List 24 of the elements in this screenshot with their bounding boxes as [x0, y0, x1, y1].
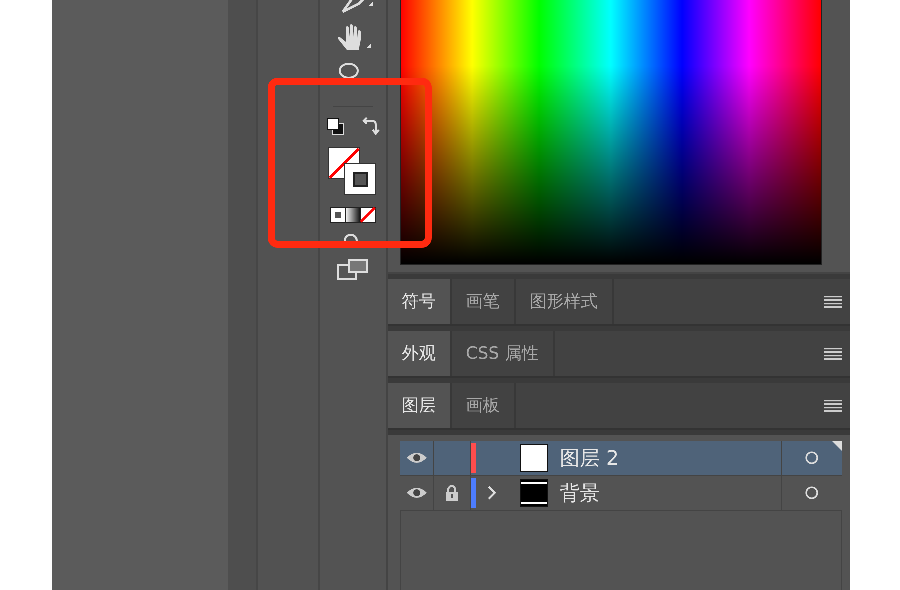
selection-corner-icon	[832, 441, 842, 451]
layer-row[interactable]: 图层 2	[400, 441, 842, 476]
eye-icon[interactable]	[406, 486, 428, 500]
fill-stroke-icon[interactable]	[328, 147, 378, 197]
menu-icon[interactable]	[824, 294, 842, 308]
layer-row[interactable]: 背景	[400, 476, 842, 511]
menu-icon[interactable]	[824, 398, 842, 412]
color-modes-icon[interactable]	[330, 207, 376, 223]
panel-tab[interactable]: 图层	[388, 383, 452, 428]
target-circle-icon[interactable]	[805, 451, 819, 465]
panel-tab[interactable]: 外观	[388, 331, 452, 376]
menu-icon[interactable]	[824, 346, 842, 360]
eye-icon[interactable]	[406, 451, 428, 465]
default-colors-icon[interactable]	[326, 117, 346, 137]
pen-icon[interactable]	[339, 0, 373, 14]
panel-tab[interactable]: 符号	[388, 279, 452, 324]
swap-arrows-icon[interactable]	[360, 117, 380, 137]
hand-icon[interactable]	[335, 24, 371, 52]
target-circle-icon[interactable]	[805, 486, 819, 500]
layer-name: 背景	[559, 480, 601, 506]
screen-mode-icon[interactable]	[337, 259, 369, 281]
chevron-icon[interactable]	[488, 486, 496, 500]
lock-icon[interactable]	[445, 484, 459, 502]
layer-name: 图层 2	[559, 444, 620, 472]
